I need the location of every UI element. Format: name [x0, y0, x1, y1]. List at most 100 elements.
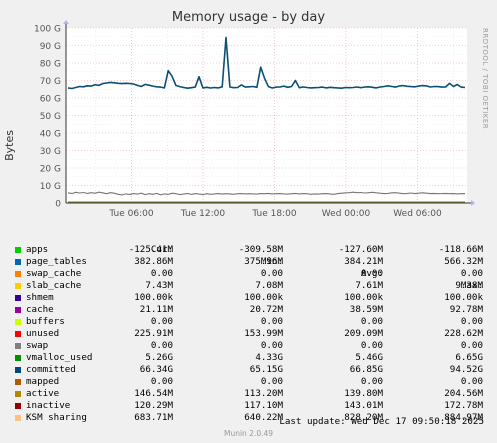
legend-label: slab_cache [26, 280, 82, 291]
legend-row: shmem 100.00k 100.00k 100.00k 100.00k [0, 292, 497, 304]
legend-row: apps -125.41M -309.58M -127.60M -118.66M [0, 244, 497, 256]
legend-min-value: 0.00 [260, 376, 283, 387]
legend-header: Cur: Min: Avg: Max: [0, 232, 497, 291]
legend-max-value: 204.56M [444, 388, 483, 399]
legend-min-value: 0.00 [260, 316, 283, 327]
y-tick-label: 70 G [40, 77, 61, 87]
legend-avg-value: 100.00k [344, 292, 383, 303]
legend-cur-value: 100.00k [134, 292, 173, 303]
y-axis-arrow [63, 20, 69, 24]
x-tick-label: Tue 06:00 [108, 209, 153, 219]
munin-version: Munin 2.0.49 [223, 429, 274, 438]
legend-max-value: 100.00k [444, 292, 483, 303]
y-tick-label: 30 G [40, 147, 61, 157]
legend-avg-value: 143.01M [344, 400, 383, 411]
legend-swatch [15, 355, 21, 361]
legend-swatch [15, 295, 21, 301]
legend-cur-value: 225.91M [134, 328, 173, 339]
legend-label: swap [26, 340, 49, 351]
y-tick-label: 10 G [40, 182, 61, 192]
legend-avg-value: 384.21M [344, 256, 383, 267]
y-tick-label: 80 G [40, 60, 61, 70]
legend-cur-value: 7.43M [145, 280, 173, 291]
x-tick-labels: Tue 06:00 Tue 12:00 Tue 18:00 Wed 00:00 Wed … [108, 209, 442, 219]
legend-max-value: -118.66M [438, 244, 483, 255]
legend-swatch [15, 319, 21, 325]
legend-min-value: 4.33G [255, 352, 283, 363]
x-tick-label: Wed 06:00 [393, 209, 442, 219]
legend-swatch [15, 367, 21, 373]
legend-label: page_tables [26, 256, 87, 267]
legend-row: mapped 0.00 0.00 0.00 0.00 [0, 376, 497, 388]
legend-max-value: 0.00 [460, 376, 483, 387]
legend-avg-value: 0.00 [360, 316, 383, 327]
legend-max-value: 92.78M [449, 304, 483, 315]
legend-swatch [15, 307, 21, 313]
legend-max-value: 0.00 [460, 268, 483, 279]
legend-min-value: 0.00 [260, 340, 283, 351]
legend-row: cache 21.11M 20.72M 38.59M 92.78M [0, 304, 497, 316]
y-tick-label: 50 G [40, 112, 61, 122]
legend-swatch [15, 343, 21, 349]
legend-avg-value: 0.00 [360, 340, 383, 351]
last-update: Last update: Wed Dec 17 09:50:18 2025 [279, 416, 484, 427]
legend-label: swap_cache [26, 268, 82, 279]
legend-avg-value: -127.60M [338, 244, 383, 255]
legend-row: active 146.54M 113.20M 139.80M 204.56M [0, 388, 497, 400]
y-tick-label: 0 [55, 200, 61, 210]
legend-max-value: 172.78M [444, 400, 483, 411]
legend-swatch [15, 247, 21, 253]
legend-label: cache [26, 304, 54, 315]
memory-chart: 0 10 G 20 G 30 G 40 G 50 G 60 G 70 G 80 G 90 G 100… [34, 20, 475, 219]
x-tick-label: Tue 12:00 [180, 209, 225, 219]
x-axis-arrow [471, 200, 475, 206]
legend-avg-value: 0.00 [360, 376, 383, 387]
legend-max-value: 228.62M [444, 328, 483, 339]
legend-label: vmalloc_used [26, 352, 93, 363]
legend-label: mapped [26, 376, 60, 387]
legend-swatch [15, 379, 21, 385]
y-tick-labels: 0 10 G 20 G 30 G 40 G 50 G 60 G 70 G 80 G 90 G 100… [34, 25, 61, 210]
legend-label: shmem [26, 292, 54, 303]
legend-cur-value: 0.00 [150, 376, 173, 387]
legend-min-value: 113.20M [244, 388, 283, 399]
legend-avg-value: 209.09M [344, 328, 383, 339]
x-tick-label: Tue 18:00 [251, 209, 296, 219]
legend: Cur: Min: Avg: Max: apps -125.41M -309.58M… [0, 232, 497, 424]
legend-min-value: 100.00k [244, 292, 283, 303]
legend-row: inactive 120.29M 117.10M 143.01M 172.78M [0, 400, 497, 412]
legend-avg-value: 139.80M [344, 388, 383, 399]
legend-cur-value: 382.86M [134, 256, 173, 267]
legend-max-value: 94.52G [449, 364, 483, 375]
legend-min-value: 20.72M [249, 304, 283, 315]
legend-cur-value: 0.00 [150, 268, 173, 279]
legend-swatch [15, 391, 21, 397]
legend-cur-value: 21.11M [139, 304, 173, 315]
legend-avg-value: 5.46G [355, 352, 383, 363]
legend-row: unused 225.91M 153.99M 209.09M 228.62M [0, 328, 497, 340]
y-tick-label: 60 G [40, 95, 61, 105]
legend-cur-value: 66.34G [139, 364, 173, 375]
legend-row: swap 0.00 0.00 0.00 0.00 [0, 340, 497, 352]
legend-min-value: -309.58M [238, 244, 283, 255]
legend-swatch [15, 271, 21, 277]
legend-min-value: 65.15G [249, 364, 283, 375]
legend-avg-value: 38.59M [349, 304, 383, 315]
legend-min-value: 153.99M [244, 328, 283, 339]
legend-swatch [15, 331, 21, 337]
legend-cur-value: 146.54M [134, 388, 173, 399]
legend-cur-value: -125.41M [128, 244, 173, 255]
x-tick-label: Wed 00:00 [322, 209, 371, 219]
legend-label: apps [26, 244, 49, 255]
legend-avg-value: 0.00 [360, 268, 383, 279]
legend-max-value: 6.65G [455, 352, 483, 363]
legend-row: page_tables 382.86M 375.96M 384.21M 566.32M [0, 256, 497, 268]
legend-swatch [15, 283, 21, 289]
legend-label: committed [26, 364, 76, 375]
legend-min-value: 0.00 [260, 268, 283, 279]
legend-label: buffers [26, 316, 65, 327]
legend-swatch [15, 259, 21, 265]
legend-label: active [26, 388, 60, 399]
y-tick-label: 100 G [34, 25, 61, 35]
legend-min-value: 7.08M [255, 280, 283, 291]
